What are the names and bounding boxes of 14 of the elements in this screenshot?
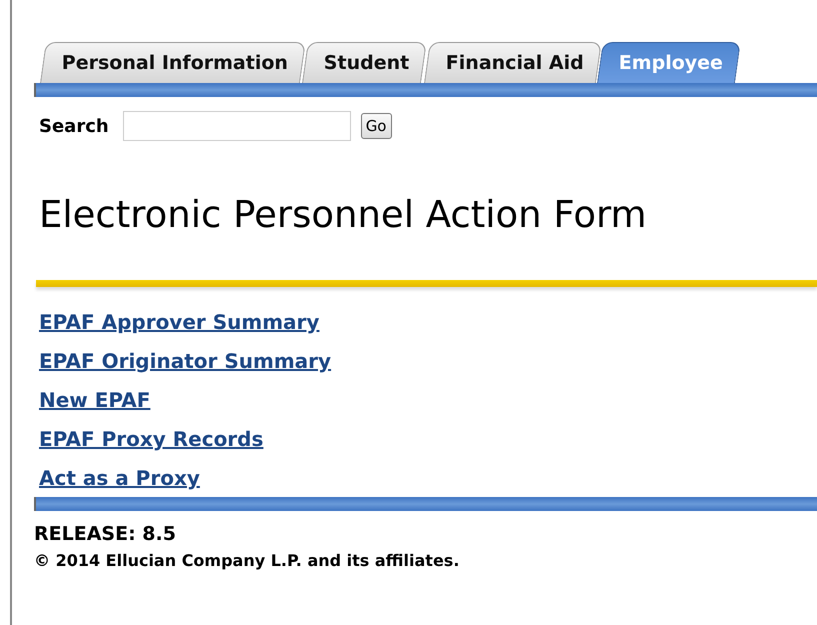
menu-link[interactable]: EPAF Proxy Records (39, 424, 264, 454)
release-label: RELEASE: 8.5 (34, 523, 177, 545)
go-button[interactable]: Go (360, 113, 392, 139)
menu-link[interactable]: New EPAF (39, 385, 150, 415)
nav-tab[interactable]: Financial Aid (424, 42, 602, 83)
nav-tab[interactable]: Student (302, 42, 428, 83)
search-label: Search (39, 116, 109, 136)
menu-link[interactable]: Act as a Proxy (39, 463, 200, 493)
page-title: Electronic Personnel Action Form (39, 193, 648, 236)
nav-tab[interactable]: Personal Information (40, 42, 306, 83)
search-field[interactable] (122, 111, 351, 141)
menu-link[interactable]: EPAF Approver Summary (39, 307, 320, 337)
menu-link[interactable]: EPAF Originator Summary (39, 346, 332, 376)
copyright-text: © 2014 Ellucian Company L.P. and its affiliates. (34, 551, 460, 570)
